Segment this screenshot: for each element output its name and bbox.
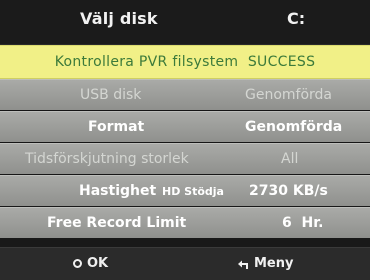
ok-circle-icon (73, 259, 82, 268)
format-value: Genomförda (245, 119, 343, 135)
hd-support-label: HD Stödja (162, 185, 224, 198)
ok-label: OK (87, 256, 109, 271)
row-speed[interactable]: Hastighet HD Stödja 2730 KB/s (0, 175, 370, 206)
row-free-record-limit[interactable]: Free Record Limit 6 Hr. (0, 207, 370, 238)
disk-setup-screen: Välj disk C: Kontrollera PVR filsystem S… (0, 0, 370, 280)
speed-value: 2730 KB/s (249, 183, 328, 199)
free-record-limit-label: Free Record Limit (47, 215, 187, 231)
speed-label: Hastighet (79, 183, 157, 199)
free-record-limit-value: 6 Hr. (282, 215, 324, 231)
settings-list: USB disk Genomförda Format Genomförda Ti… (0, 79, 370, 239)
page-title: Välj disk (80, 9, 158, 28)
status-text: Kontrollera PVR filsystem SUCCESS (54, 54, 316, 70)
row-timeshift-size: Tidsförskjutning storlek All (0, 143, 370, 174)
timeshift-size-value: All (281, 151, 299, 167)
format-label: Format (88, 119, 145, 135)
ok-button[interactable]: OK (73, 256, 108, 271)
selected-drive[interactable]: C: (287, 9, 305, 28)
row-format[interactable]: Format Genomförda (0, 111, 370, 142)
footer-bar: OK Meny (0, 247, 370, 280)
return-arrow-icon (237, 258, 249, 270)
timeshift-size-label: Tidsförskjutning storlek (25, 151, 189, 167)
usb-disk-label: USB disk (80, 87, 142, 103)
menu-label: Meny (254, 256, 294, 271)
menu-button[interactable]: Meny (237, 256, 293, 271)
row-usb-disk: USB disk Genomförda (0, 79, 370, 110)
header-bar: Välj disk C: (0, 0, 370, 45)
usb-disk-value: Genomförda (245, 87, 333, 103)
filesystem-check-status: Kontrollera PVR filsystem SUCCESS (0, 45, 370, 79)
